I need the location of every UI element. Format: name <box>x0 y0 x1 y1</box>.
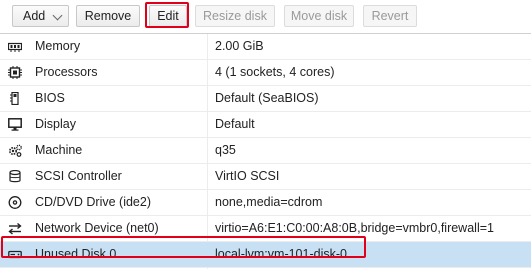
cpu-icon <box>8 66 22 79</box>
hardware-key: Machine <box>35 143 83 157</box>
hardware-key: BIOS <box>35 91 65 105</box>
hardware-key: Processors <box>35 65 98 79</box>
hardware-row-scsi-controller[interactable]: SCSI Controller VirtIO SCSI <box>0 164 531 190</box>
unused-disk-highlight-box <box>1 236 366 258</box>
hardware-panel: Add Remove Edit Resize disk Move disk Re… <box>0 0 531 269</box>
hardware-value: none,media=cdrom <box>215 195 323 209</box>
hardware-value: 2.00 GiB <box>215 39 264 53</box>
chevron-down-icon <box>52 10 63 21</box>
resize-disk-button[interactable]: Resize disk <box>195 5 275 27</box>
hardware-key: SCSI Controller <box>35 169 122 183</box>
hardware-value: 4 (1 sockets, 4 cores) <box>215 65 335 79</box>
hardware-value: q35 <box>215 143 236 157</box>
hardware-row-machine[interactable]: Machine q35 <box>0 138 531 164</box>
add-button[interactable]: Add <box>12 5 69 27</box>
hardware-grid: Memory 2.00 GiB Processors 4 (1 sockets,… <box>0 34 531 268</box>
database-icon <box>8 170 22 183</box>
cdrom-icon <box>8 196 22 209</box>
hardware-row-processors[interactable]: Processors 4 (1 sockets, 4 cores) <box>0 60 531 86</box>
edit-highlight-box <box>145 2 189 28</box>
hardware-value: Default (SeaBIOS) <box>215 91 319 105</box>
hardware-value: VirtIO SCSI <box>215 169 280 183</box>
remove-button[interactable]: Remove <box>76 5 140 27</box>
hardware-row-memory[interactable]: Memory 2.00 GiB <box>0 34 531 60</box>
hardware-row-display[interactable]: Display Default <box>0 112 531 138</box>
toolbar: Add Remove Edit Resize disk Move disk Re… <box>0 0 531 34</box>
monitor-icon <box>8 118 22 131</box>
hardware-key: CD/DVD Drive (ide2) <box>35 195 151 209</box>
hardware-value: Default <box>215 117 255 131</box>
hardware-key: Memory <box>35 39 81 53</box>
move-disk-button[interactable]: Move disk <box>284 5 354 27</box>
hardware-key: Display <box>35 117 76 131</box>
revert-button[interactable]: Revert <box>363 5 417 27</box>
memory-icon <box>8 40 22 53</box>
exchange-icon <box>8 222 22 235</box>
gears-icon <box>8 144 22 157</box>
hardware-row-bios[interactable]: BIOS Default (SeaBIOS) <box>0 86 531 112</box>
bios-icon <box>8 92 22 105</box>
hardware-row-cdrom[interactable]: CD/DVD Drive (ide2) none,media=cdrom <box>0 190 531 216</box>
add-button-label: Add <box>23 9 46 23</box>
